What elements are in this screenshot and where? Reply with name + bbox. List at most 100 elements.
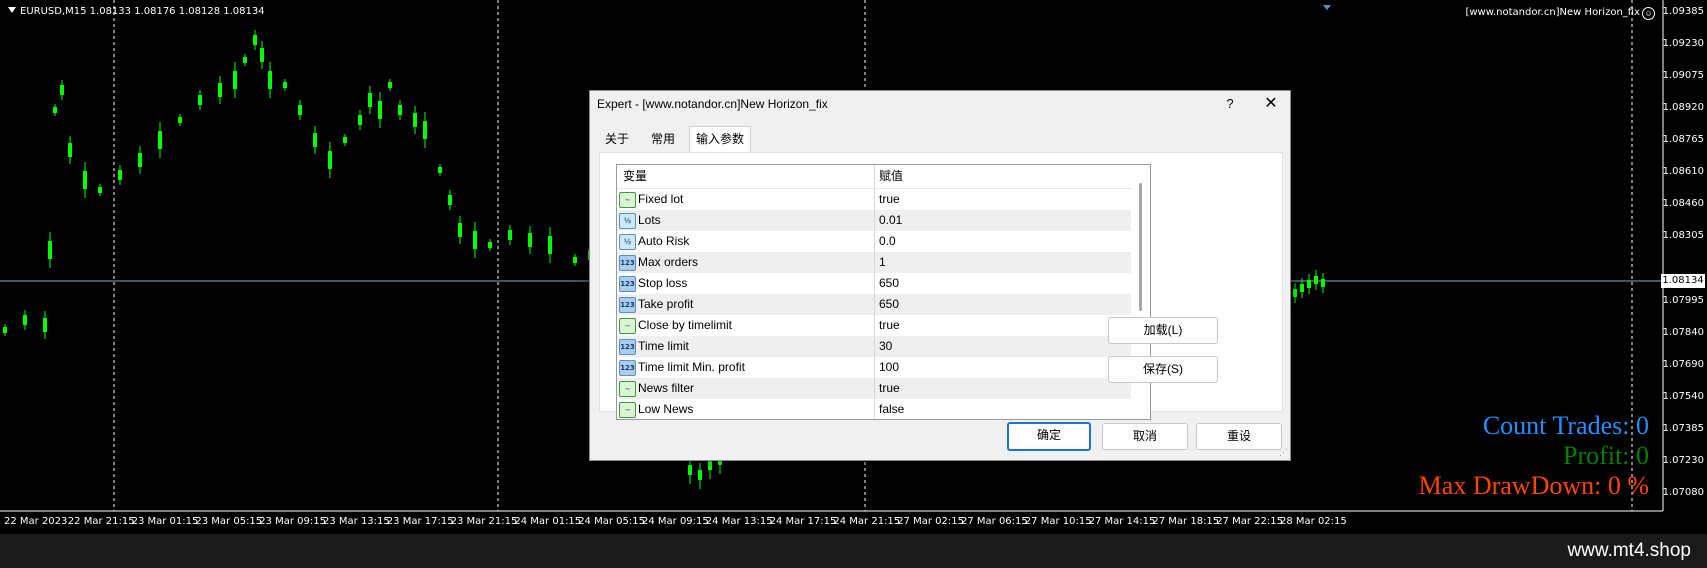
candle-body — [488, 242, 492, 248]
cancel-button[interactable]: 取消 — [1102, 423, 1188, 450]
int-param-icon: 123 — [619, 276, 636, 292]
profit-label: Profit: 0 — [1563, 441, 1649, 470]
time-tick-label: 23 Mar 01:15 — [131, 516, 199, 527]
param-value[interactable]: 650 — [879, 273, 899, 294]
scrollbar-thumb[interactable] — [1139, 183, 1142, 311]
candle-body — [268, 71, 272, 89]
candle-body — [260, 48, 264, 62]
param-name: Close by timelimit — [638, 318, 733, 332]
candle-body — [1321, 279, 1325, 287]
candle-body — [218, 83, 222, 97]
candle-body — [233, 71, 237, 89]
candle-body — [98, 187, 102, 193]
reset-button[interactable]: 重设 — [1196, 423, 1282, 450]
param-value[interactable]: 1 — [879, 252, 886, 273]
symbol-info-text: EURUSD,M15 1.08133 1.08176 1.08128 1.081… — [20, 6, 265, 17]
candle-body — [398, 105, 402, 115]
inputs-tab-pane: 变量 赋值 ~ Fixed lot true ½ Lots 0.01 ½ Auto Risk 0… — [599, 152, 1283, 420]
max-drawdown-label: Max DrawDown: 0 % — [1418, 471, 1649, 500]
time-tick-label: 24 Mar 05:15 — [578, 516, 645, 527]
price-tick-label: 1.08610 — [1662, 166, 1704, 177]
param-value[interactable]: 0.01 — [879, 210, 902, 231]
candle-body — [83, 171, 87, 189]
param-value[interactable]: 0.0 — [879, 231, 896, 252]
candle-body — [343, 137, 347, 143]
param-name: News filter — [638, 381, 695, 395]
column-divider — [874, 165, 875, 419]
variable-column-header[interactable]: 变量 — [623, 165, 647, 188]
int-param-icon: 123 — [619, 255, 636, 271]
param-name: Time limit Min. profit — [638, 360, 745, 374]
smiley-face-icon: ☺ — [1642, 7, 1655, 20]
candle-body — [548, 236, 552, 254]
tab-inputs[interactable]: 输入参数 — [689, 126, 751, 152]
candle-body — [1314, 276, 1318, 284]
time-tick-label: 23 Mar 13:15 — [323, 516, 390, 527]
candle-body — [68, 143, 72, 157]
shift-marker-icon — [1323, 5, 1331, 10]
candle-body — [243, 57, 247, 63]
price-tick-label: 1.08765 — [1662, 134, 1704, 145]
expert-properties-dialog: Expert - [www.notandor.cn]New Horizon_fi… — [589, 90, 1291, 461]
watermark-text: www.mt4.shop — [1567, 540, 1691, 561]
time-tick-label: 27 Mar 14:15 — [1088, 516, 1156, 527]
parameters-table[interactable]: 变量 赋值 ~ Fixed lot true ½ Lots 0.01 ½ Auto Risk 0… — [616, 164, 1151, 420]
time-tick-label: 23 Mar 09:15 — [259, 516, 326, 527]
time-tick-label: 28 Mar 02:15 — [1280, 516, 1347, 527]
candle-body — [23, 315, 27, 325]
param-value[interactable]: true — [879, 189, 900, 210]
time-tick-label: 27 Mar 10:15 — [1024, 516, 1092, 527]
param-value[interactable]: 100 — [879, 357, 899, 378]
resize-grip-icon[interactable]: ⋰ — [1279, 447, 1288, 458]
price-tick-label: 1.07540 — [1662, 391, 1704, 402]
int-param-icon: 123 — [619, 360, 636, 376]
param-name: Stop loss — [638, 276, 688, 290]
help-button[interactable]: ? — [1217, 93, 1243, 115]
time-tick-label: 23 Mar 21:15 — [450, 516, 518, 527]
param-value[interactable]: true — [879, 378, 900, 399]
close-icon[interactable]: ✕ — [1258, 93, 1284, 115]
param-value[interactable]: true — [879, 315, 900, 336]
price-tick-label: 1.07080 — [1662, 487, 1704, 498]
candle-body — [708, 460, 712, 470]
param-name: Time limit — [638, 339, 689, 353]
value-column-header[interactable]: 赋值 — [879, 165, 903, 188]
candle-body — [198, 95, 202, 105]
candle-body — [118, 170, 122, 180]
param-value[interactable]: 30 — [879, 336, 892, 357]
time-tick-label: 24 Mar 13:15 — [705, 516, 773, 527]
tab-about[interactable]: 关于 — [599, 129, 635, 150]
bool-param-icon: ~ — [619, 402, 636, 418]
tab-common[interactable]: 常用 — [643, 129, 683, 150]
collapse-triangle-icon[interactable] — [8, 7, 16, 13]
param-value[interactable]: 650 — [879, 294, 899, 315]
bool-param-icon: ~ — [619, 381, 636, 397]
expert-name-label: [www.notandor.cn]New Horizon_fix — [1465, 7, 1640, 18]
candle-body — [448, 195, 452, 205]
count-trades-label: Count Trades: 0 — [1482, 411, 1649, 440]
candle-body — [43, 318, 47, 332]
time-tick-label: 23 Mar 17:15 — [386, 516, 454, 527]
symbol-info: EURUSD,M15 1.08133 1.08176 1.08128 1.081… — [8, 6, 265, 17]
ok-button[interactable]: 确定 — [1007, 422, 1091, 451]
save-button[interactable]: 保存(S) — [1108, 356, 1218, 383]
param-name: Lots — [638, 213, 661, 227]
candle-body — [528, 233, 532, 247]
dialog-title: Expert - [www.notandor.cn]New Horizon_fi… — [597, 97, 828, 111]
param-name: Take profit — [638, 297, 694, 311]
price-tick-label: 1.08460 — [1662, 198, 1704, 209]
current-price-tag: 1.08134 — [1661, 274, 1705, 288]
candle-body — [458, 223, 462, 237]
time-tick-label: 27 Mar 22:15 — [1216, 516, 1283, 527]
int-param-icon: 123 — [619, 297, 636, 313]
candle-body — [328, 151, 332, 169]
price-tick-label: 1.09385 — [1662, 6, 1704, 17]
candle-body — [158, 131, 162, 149]
param-value[interactable]: false — [879, 399, 904, 419]
candle-body — [178, 117, 182, 123]
candle-body — [253, 35, 257, 45]
candle-body — [138, 153, 142, 167]
load-button[interactable]: 加载(L) — [1108, 317, 1218, 344]
param-name: Low News — [638, 402, 694, 416]
param-name: Max orders — [638, 255, 699, 269]
